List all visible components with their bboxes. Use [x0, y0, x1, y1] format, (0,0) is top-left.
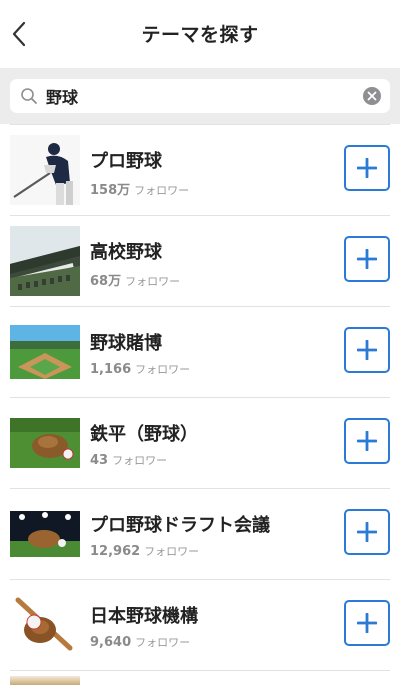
header: テーマを探す: [0, 0, 400, 68]
theme-row[interactable]: 高校野球 68万 フォロワー: [10, 216, 390, 307]
page-title: テーマを探す: [141, 24, 259, 46]
follower-count: 43 フォロワー: [90, 453, 168, 468]
plus-icon: [357, 431, 377, 451]
search-input[interactable]: [46, 83, 346, 109]
theme-list: プロ野球 158万 フォロワー 高校野球 68万 フォロワー 野球賭博 1,16…: [0, 124, 400, 671]
follower-count: 12,962 フォロワー: [90, 544, 200, 559]
clear-search-button[interactable]: [363, 87, 381, 105]
follow-button[interactable]: [344, 327, 390, 373]
theme-name: 高校野球: [90, 242, 162, 263]
theme-thumbnail-glove-night-lights: [10, 499, 80, 569]
theme-thumbnail-glove-on-grass: [10, 408, 80, 478]
theme-name: 日本野球機構: [90, 606, 198, 627]
plus-icon: [357, 613, 377, 633]
theme-name: プロ野球: [90, 151, 162, 172]
theme-row[interactable]: 日本野球機構 9,640 フォロワー: [10, 580, 390, 671]
plus-icon: [357, 522, 377, 542]
theme-row[interactable]: 鉄平（野球） 43 フォロワー: [10, 398, 390, 489]
theme-thumbnail-koshien-stadium: [10, 226, 80, 296]
theme-thumbnail-partial: [10, 676, 80, 685]
follower-count: 1,166 フォロワー: [90, 362, 191, 377]
theme-thumbnail-bat-glove-ball: [10, 590, 80, 660]
search-box[interactable]: [10, 79, 390, 113]
search-icon: [21, 88, 37, 104]
theme-row[interactable]: 野球賭博 1,166 フォロワー: [10, 307, 390, 398]
theme-name: 野球賭博: [90, 333, 162, 354]
search-bar: [0, 68, 400, 124]
theme-name: 鉄平（野球）: [90, 424, 198, 445]
follow-button[interactable]: [344, 236, 390, 282]
follower-count: 68万 フォロワー: [90, 274, 181, 289]
plus-icon: [357, 249, 377, 269]
plus-icon: [357, 340, 377, 360]
follow-button[interactable]: [344, 418, 390, 464]
follow-button[interactable]: [344, 600, 390, 646]
clear-icon: [367, 91, 377, 101]
theme-name: プロ野球ドラフト会議: [90, 515, 270, 536]
theme-thumbnail-baseball-field: [10, 317, 80, 387]
follow-button[interactable]: [344, 145, 390, 191]
follower-count: 158万 フォロワー: [90, 183, 190, 198]
theme-row[interactable]: プロ野球 158万 フォロワー: [10, 124, 390, 216]
theme-row[interactable]: プロ野球ドラフト会議 12,962 フォロワー: [10, 489, 390, 580]
plus-icon: [357, 158, 377, 178]
follow-button[interactable]: [344, 509, 390, 555]
theme-thumbnail-batter: [10, 135, 80, 205]
follower-count: 9,640 フォロワー: [90, 635, 191, 650]
